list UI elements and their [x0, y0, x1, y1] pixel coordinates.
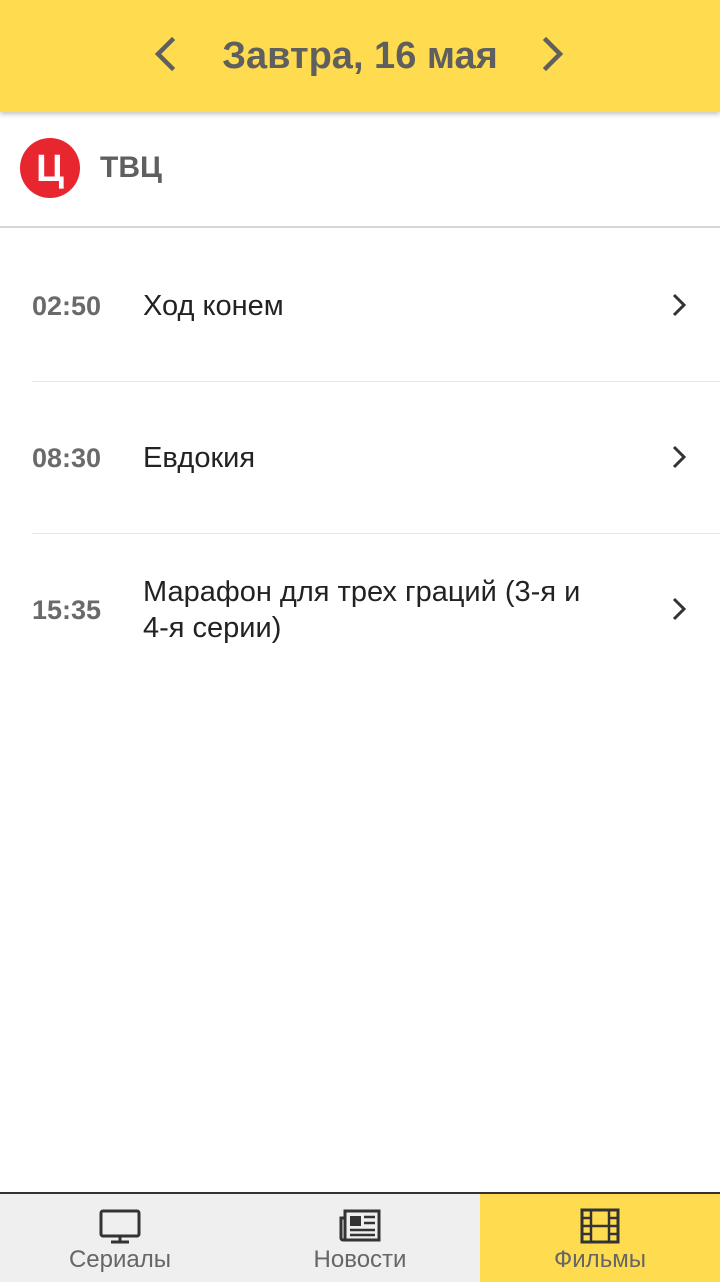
channel-header: Ц ТВЦ [0, 112, 720, 228]
tv-icon [99, 1209, 141, 1244]
newspaper-icon [339, 1209, 381, 1242]
schedule-row[interactable]: 15:35 Марафон для трех граций (3-я и 4-я… [0, 534, 720, 686]
channel-logo-letter: Ц [36, 148, 64, 190]
program-time: 08:30 [32, 442, 102, 473]
channel-name: ТВЦ [100, 151, 162, 184]
date-title: Завтра, 16 мая [222, 35, 498, 77]
chevron-right-icon [672, 445, 687, 469]
chevron-right-icon [672, 597, 687, 621]
program-title: Марафон для трех граций (3-я и 4-я серии… [143, 576, 581, 644]
schedule-row[interactable]: 08:30 Евдокия [0, 382, 720, 534]
program-title: Евдокия [143, 442, 256, 474]
chevron-left-icon [154, 36, 176, 72]
tab-serials[interactable]: Сериалы [0, 1194, 240, 1282]
tab-label: Фильмы [554, 1246, 646, 1273]
chevron-right-icon [672, 293, 687, 317]
tab-films[interactable]: Фильмы [480, 1194, 720, 1282]
prev-day-button[interactable] [138, 26, 194, 82]
program-time: 15:35 [32, 594, 102, 625]
top-bar: Завтра, 16 мая [0, 0, 720, 112]
schedule-row[interactable]: 02:50 Ход конем [0, 230, 720, 382]
schedule-list: 02:50 Ход конем 08:30 Евдокия 15:35 Мара… [0, 230, 720, 686]
channel-logo: Ц [20, 138, 80, 198]
film-icon [580, 1208, 620, 1244]
tab-label: Сериалы [68, 1246, 172, 1273]
tab-label: Новости [313, 1246, 407, 1273]
chevron-right-icon [542, 36, 564, 72]
bottom-tab-bar: Сериалы Новости Фильмы [0, 1192, 720, 1282]
program-title: Ход конем [143, 290, 284, 322]
program-time: 02:50 [32, 290, 102, 321]
next-day-button[interactable] [524, 26, 580, 82]
tab-news[interactable]: Новости [240, 1194, 480, 1282]
